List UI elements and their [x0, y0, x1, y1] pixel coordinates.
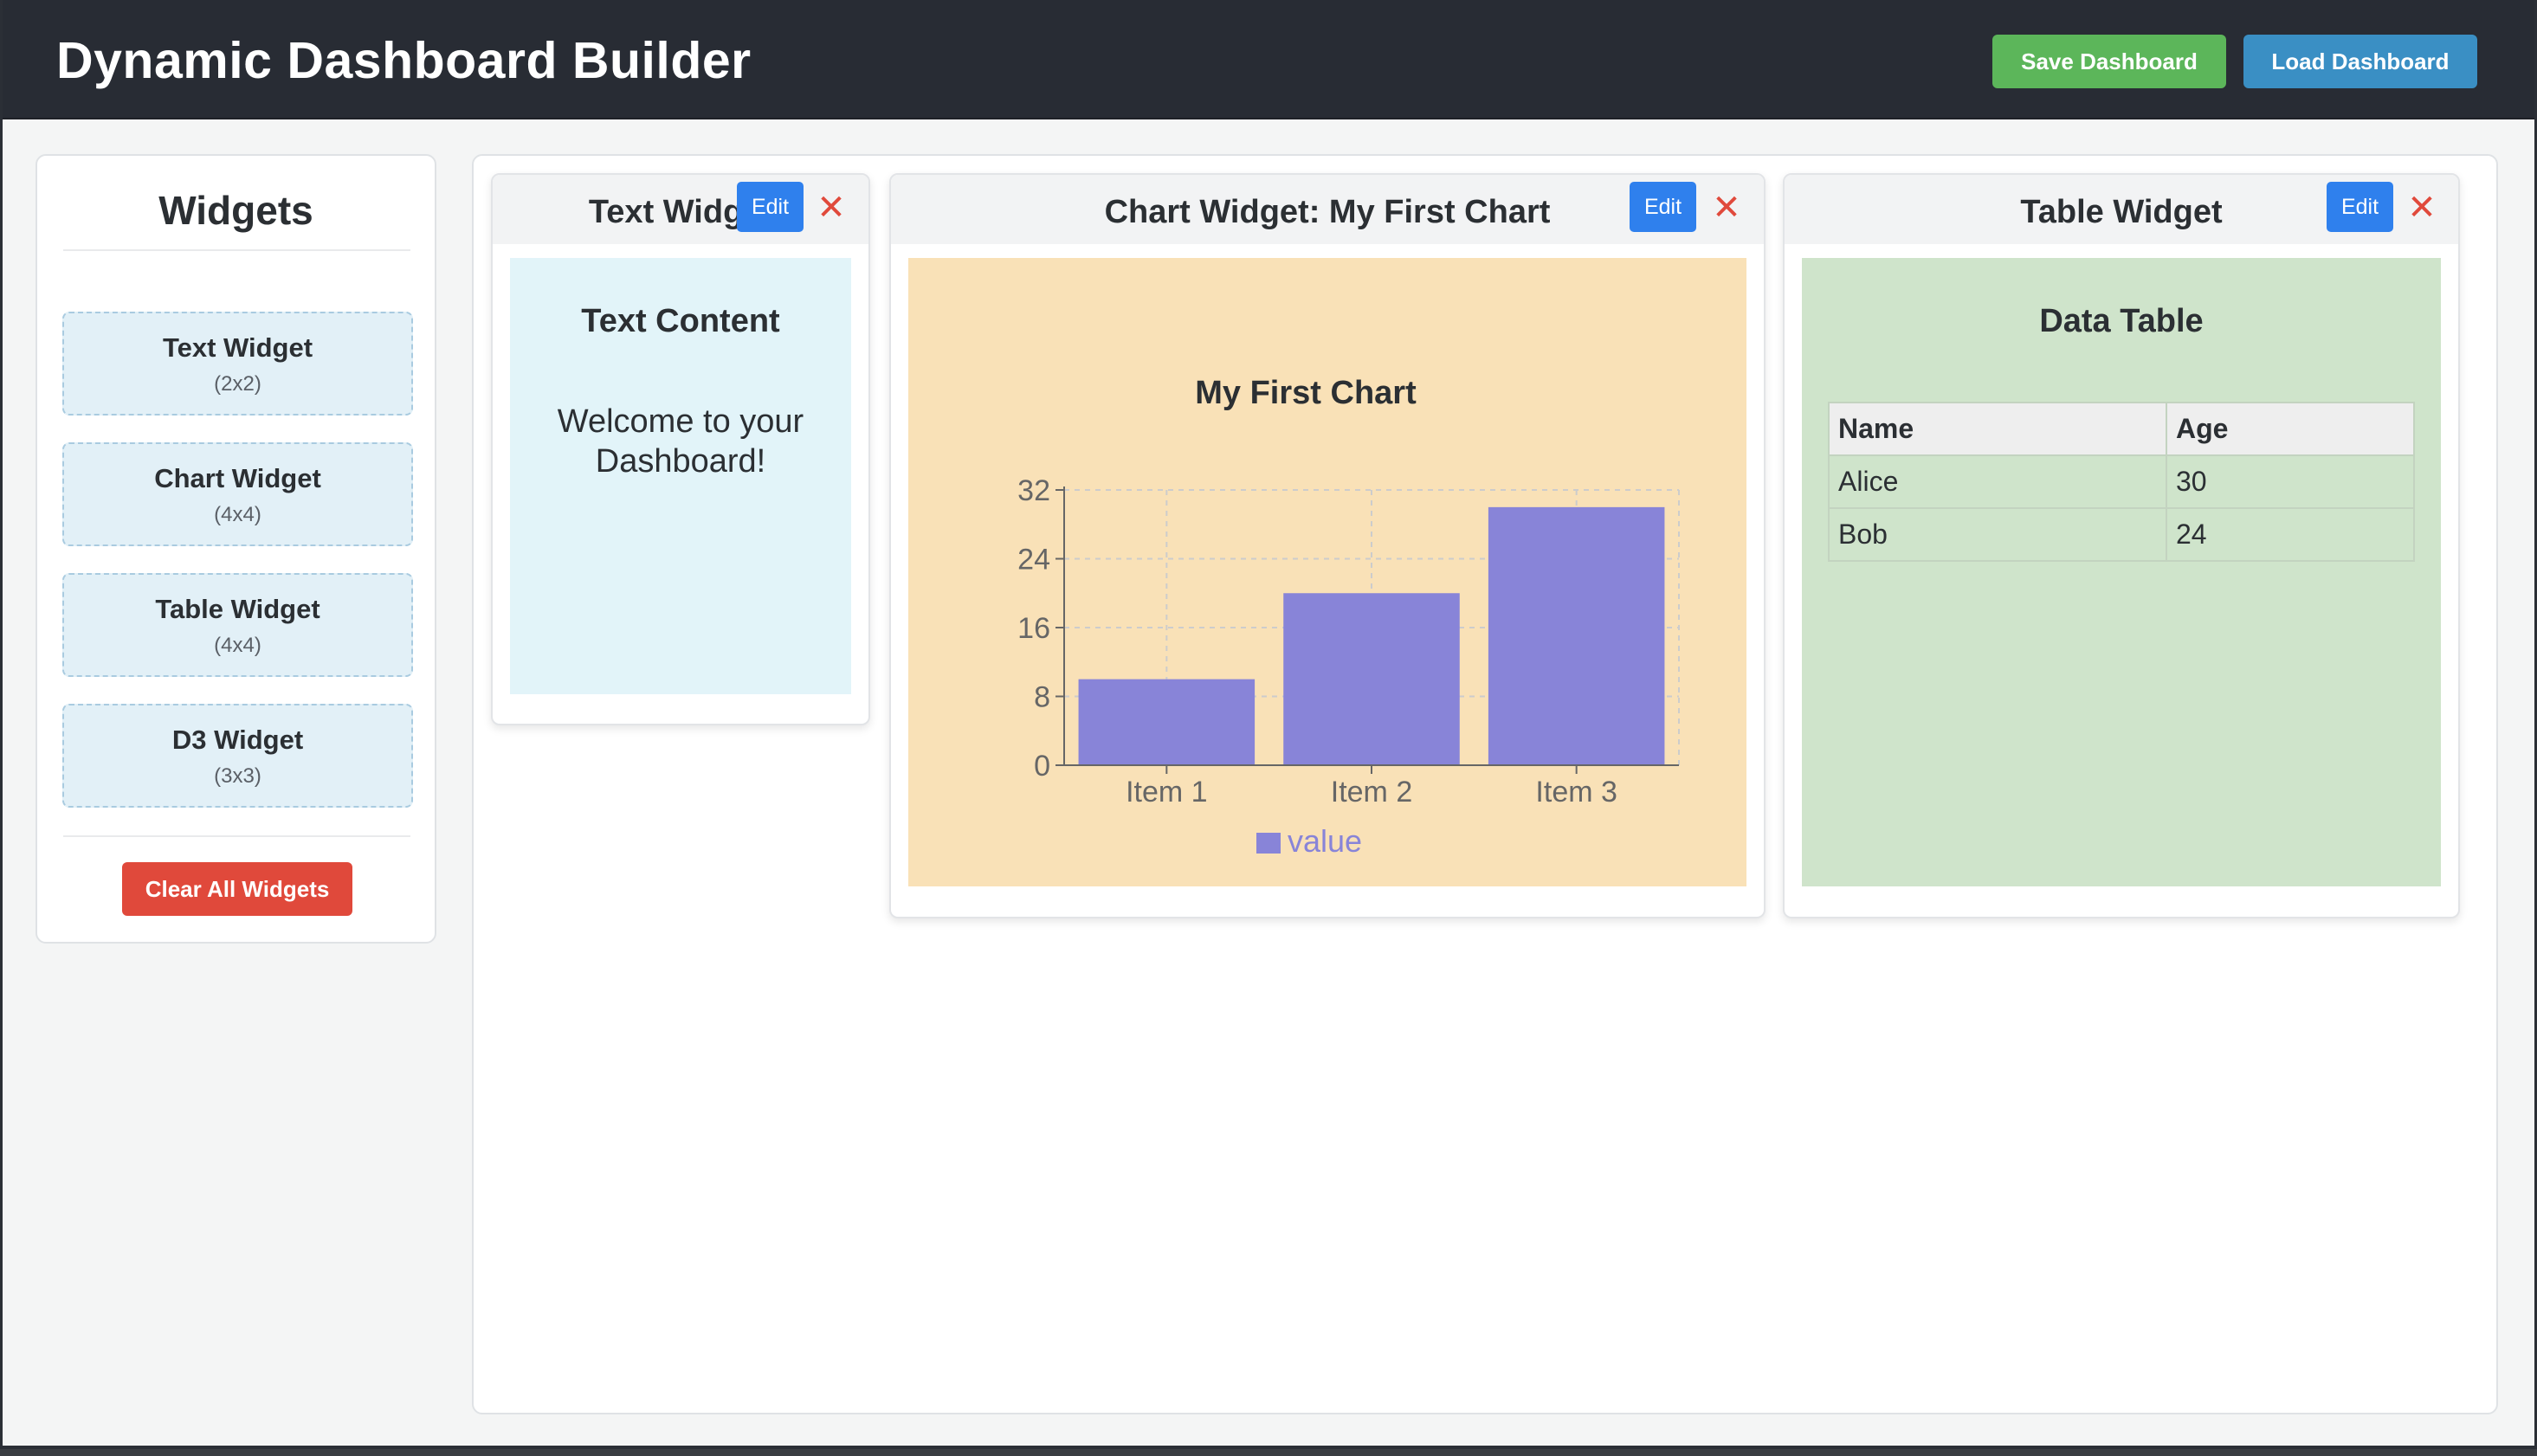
- table-row: Alice 30: [1828, 454, 2415, 509]
- app-title: Dynamic Dashboard Builder: [56, 32, 752, 89]
- divider: [63, 835, 410, 837]
- palette-item-table-widget[interactable]: Table Widget (4x4): [62, 573, 413, 677]
- table-row: Bob 24: [1828, 507, 2415, 562]
- column-header: Name: [1828, 402, 2167, 456]
- bar: [1488, 506, 1665, 765]
- palette-item-d3-widget[interactable]: D3 Widget (3x3): [62, 704, 413, 808]
- widget-title: Text Widget: [588, 194, 773, 230]
- table-cell: Bob: [1828, 507, 2167, 562]
- chart-widget-body: My First Chart 0 8 16 24 32 Item 1 Item 2 Item 3…: [908, 258, 1746, 886]
- edit-button[interactable]: Edit: [737, 182, 804, 232]
- y-tick-label: 8: [1034, 681, 1050, 714]
- edit-button[interactable]: Edit: [1630, 182, 1696, 232]
- palette-item-size: (4x4): [214, 634, 261, 657]
- palette-item-label: Table Widget: [155, 594, 320, 624]
- table-header-row: Name Age: [1828, 402, 2415, 456]
- x-tick-label: Item 1: [1126, 776, 1207, 809]
- text-widget[interactable]: Text Widget Edit ✕ Text Content Welcome …: [491, 173, 870, 725]
- column-header: Age: [2166, 402, 2415, 456]
- x-tick-label: Item 2: [1331, 776, 1412, 809]
- load-dashboard-button[interactable]: Load Dashboard: [2243, 35, 2477, 88]
- palette-item-label: D3 Widget: [171, 725, 304, 755]
- save-dashboard-button[interactable]: Save Dashboard: [1992, 35, 2226, 88]
- table-widget[interactable]: Table Widget Edit ✕ Data Table Name Age …: [1783, 173, 2460, 918]
- data-table: Name Age Alice 30 Bob 24: [1828, 402, 2415, 562]
- palette-item-label: Text Widget: [162, 332, 313, 363]
- table-widget-body: Data Table Name Age Alice 30 Bob 24: [1802, 258, 2441, 886]
- table-cell: Alice: [1828, 454, 2167, 509]
- chart-widget[interactable]: Chart Widget: My First Chart Edit ✕ My F…: [889, 173, 1766, 918]
- text-content: Welcome to your Dashboard!: [557, 403, 804, 480]
- table-cell: 30: [2166, 454, 2415, 509]
- palette-item-size: (4x4): [214, 503, 261, 526]
- close-icon[interactable]: ✕: [1711, 190, 1742, 225]
- y-tick-label: 32: [1017, 474, 1050, 507]
- widget-header[interactable]: Text Widget: [493, 175, 868, 244]
- dashboard-canvas[interactable]: Text Widget Edit ✕ Text Content Welcome …: [472, 154, 2498, 1414]
- palette-item-chart-widget[interactable]: Chart Widget (4x4): [62, 442, 413, 546]
- edit-button[interactable]: Edit: [2327, 182, 2393, 232]
- app-window: Dynamic Dashboard Builder Save Dashboard…: [0, 0, 2537, 1449]
- chart-title: My First Chart: [1195, 375, 1417, 411]
- y-tick-label: 16: [1017, 612, 1050, 645]
- palette-item-text-widget[interactable]: Text Widget (2x2): [62, 312, 413, 416]
- table-heading: Data Table: [2039, 303, 2204, 339]
- bar-chart: My First Chart 0 8 16 24 32 Item 1 Item 2 Item 3…: [1017, 375, 1680, 859]
- app-header: Dynamic Dashboard Builder Save Dashboard…: [3, 0, 2534, 119]
- divider: [63, 249, 410, 251]
- legend-swatch: [1256, 833, 1281, 854]
- text-heading: Text Content: [581, 303, 780, 339]
- y-tick-label: 0: [1034, 750, 1050, 783]
- palette-item-size: (3x3): [214, 764, 261, 788]
- palette-item-size: (2x2): [214, 372, 261, 396]
- legend-label: value: [1288, 823, 1362, 859]
- sidebar-title: Widgets: [158, 188, 313, 233]
- table-cell: 24: [2166, 507, 2415, 562]
- close-icon[interactable]: ✕: [816, 190, 847, 225]
- clear-all-widgets-button[interactable]: Clear All Widgets: [122, 862, 352, 916]
- x-tick-label: Item 3: [1535, 776, 1617, 809]
- widgets-sidebar: Widgets Text Widget (2x2) Chart Widget (…: [36, 154, 436, 944]
- bar: [1283, 593, 1460, 765]
- text-widget-body: Text Content Welcome to your Dashboard!: [510, 258, 851, 694]
- palette-item-label: Chart Widget: [154, 463, 321, 493]
- bar: [1078, 679, 1256, 765]
- close-icon[interactable]: ✕: [2406, 190, 2437, 225]
- y-tick-label: 24: [1017, 544, 1050, 577]
